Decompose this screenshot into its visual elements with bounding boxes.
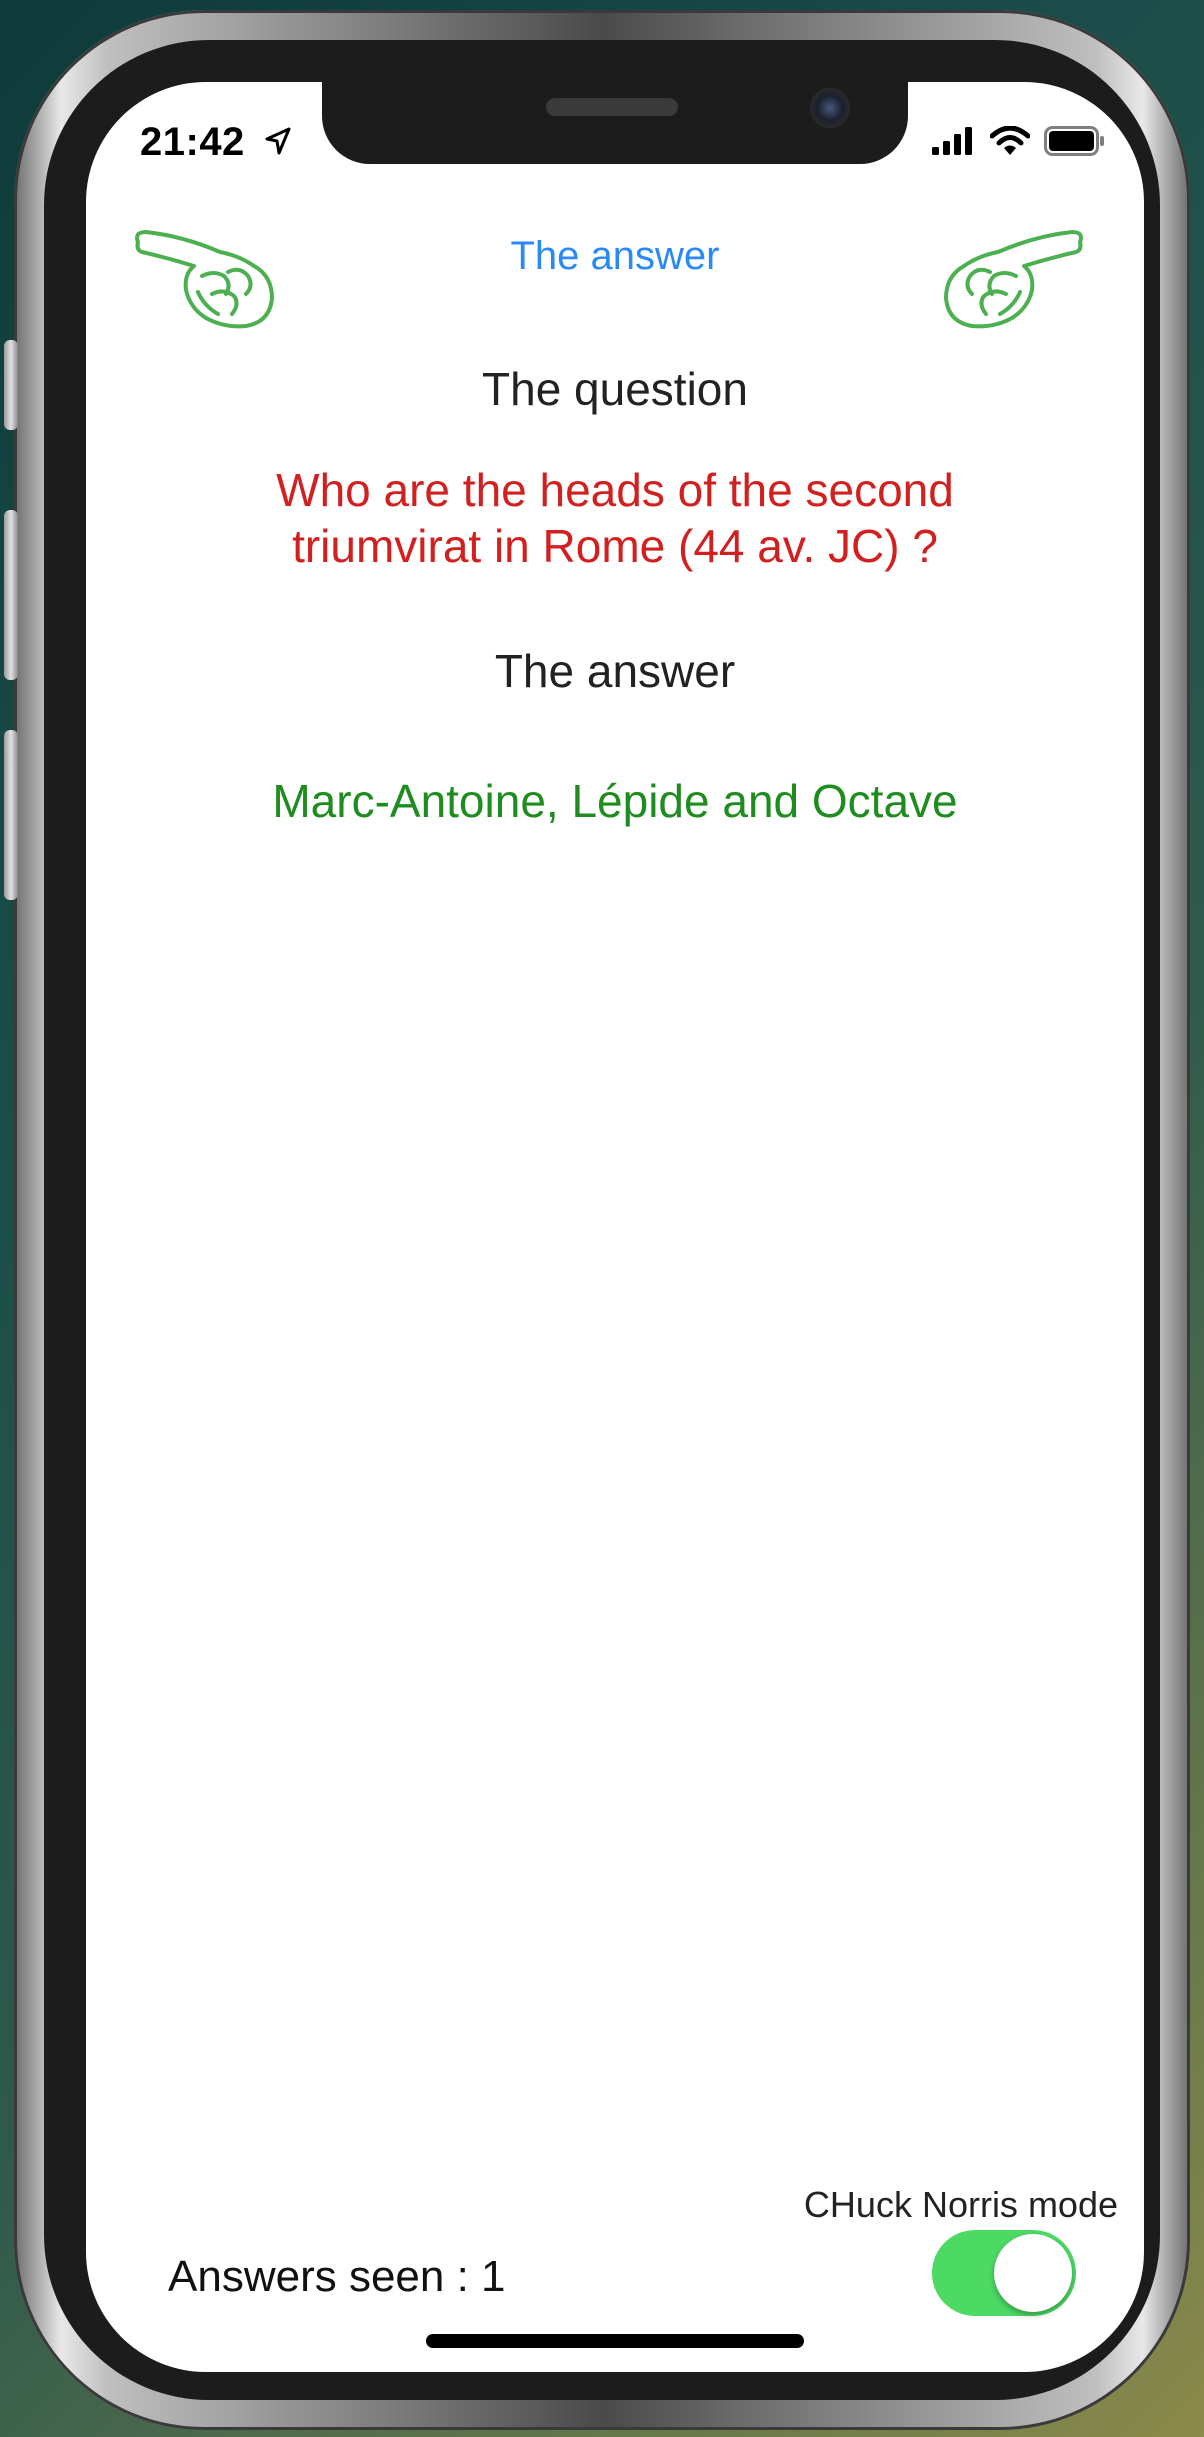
- cellular-signal-icon: [932, 127, 972, 155]
- mute-switch: [4, 340, 18, 430]
- wifi-icon: [990, 126, 1030, 155]
- answer-text: Marc-Antoine, Lépide and Octave: [272, 775, 958, 827]
- location-arrow-icon: [265, 127, 291, 155]
- chuck-norris-mode-toggle[interactable]: [932, 2230, 1076, 2316]
- status-indicators: [932, 126, 1106, 156]
- volume-down-button: [4, 730, 18, 900]
- notch: [322, 82, 908, 164]
- front-camera: [810, 88, 850, 128]
- answer-label: The answer: [494, 645, 736, 697]
- question-text: Who are the heads of the second triumvir…: [276, 464, 954, 572]
- app-screen: 21:42 The answer The question Who are th…: [86, 82, 1144, 2372]
- chuck-norris-mode-label: CHuck Norris mode: [803, 2184, 1118, 2225]
- home-indicator[interactable]: [426, 2334, 804, 2348]
- battery-icon: [1044, 126, 1104, 156]
- header-answer-link[interactable]: The answer: [86, 234, 1144, 279]
- toggle-knob[interactable]: [994, 2234, 1072, 2312]
- speaker-grille: [546, 98, 678, 116]
- volume-up-button: [4, 510, 18, 680]
- status-time: 21:42: [140, 120, 245, 164]
- answers-seen-counter: Answers seen : 1: [168, 2252, 506, 2301]
- question-label: The question: [482, 363, 748, 415]
